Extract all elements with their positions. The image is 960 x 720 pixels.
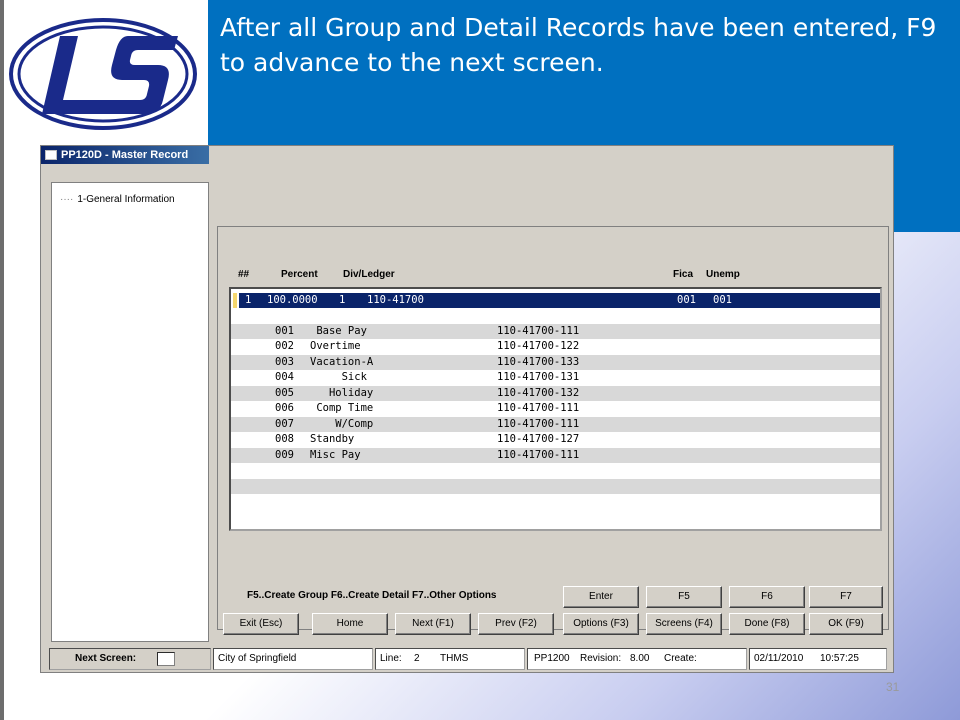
header-percent: Percent — [281, 269, 318, 280]
tree-item-label: 1-General Information — [77, 194, 175, 205]
revision-value: 8.00 — [630, 653, 650, 664]
blank-row — [231, 308, 880, 324]
line-value: 2 — [414, 653, 420, 664]
screens-button[interactable]: Screens (F4) — [646, 613, 722, 635]
table-row[interactable]: 009 Misc Pay 110-41700-111 — [231, 447, 880, 463]
done-button[interactable]: Done (F8) — [729, 613, 805, 635]
detail-account: 110-41700-133 — [497, 355, 580, 368]
group-unemp: 001 — [713, 294, 732, 306]
header-num: ## — [238, 269, 250, 280]
detail-account: 110-41700-122 — [497, 340, 580, 352]
group-fica: 001 — [677, 294, 696, 306]
detail-code: 005 — [275, 386, 294, 399]
table-row[interactable]: 005 Holiday 110-41700-132 — [231, 385, 880, 401]
group-num: 1 — [245, 294, 252, 306]
status-program: PP1200 Revision: 8.00 Create: — [527, 648, 747, 670]
create-time: 10:57:25 — [820, 653, 859, 664]
detail-account: 110-41700-111 — [497, 324, 580, 337]
records-grid[interactable]: 1 100.0000 1 110-41700 001 001 001 Base … — [229, 287, 882, 531]
table-row[interactable]: 006 Comp Time 110-41700-111 — [231, 401, 880, 417]
detail-code: 008 — [275, 433, 294, 445]
header-fica: Fica — [673, 269, 694, 280]
slide-page-number: 31 — [886, 680, 900, 694]
options-button[interactable]: Options (F3) — [563, 613, 639, 635]
revision-label: Revision: — [580, 653, 622, 664]
detail-desc: Base Pay — [310, 324, 367, 337]
group-row-selected[interactable]: 1 100.0000 1 110-41700 001 001 — [233, 293, 880, 308]
detail-desc: W/Comp — [310, 417, 374, 430]
next-button[interactable]: Next (F1) — [395, 613, 471, 635]
detail-code: 009 — [275, 448, 294, 461]
detail-desc: Sick — [310, 371, 367, 383]
header-unemp: Unemp — [706, 269, 740, 280]
detail-account: 110-41700-111 — [497, 448, 580, 461]
row-cursor — [233, 293, 237, 308]
group-ledger: 110-41700 — [367, 294, 424, 306]
blank-row — [231, 478, 880, 494]
f7-button[interactable]: F7 — [809, 586, 883, 608]
slide-left-border — [0, 0, 4, 720]
prev-button[interactable]: Prev (F2) — [478, 613, 554, 635]
program-id: PP1200 — [534, 653, 570, 664]
detail-desc: Standby — [310, 433, 355, 445]
navigation-tree: ···· 1-General Information — [51, 182, 209, 642]
window-titlebar: PP120D - Master Record — [41, 146, 209, 164]
detail-code: 001 — [275, 324, 294, 337]
table-row[interactable]: 008 Standby 110-41700-127 — [231, 432, 880, 448]
window-icon — [45, 150, 57, 160]
window-title: PP120D - Master Record — [61, 149, 189, 161]
line-label: Line: — [380, 653, 402, 664]
detail-code: 003 — [275, 355, 294, 368]
f5-button[interactable]: F5 — [646, 586, 722, 608]
detail-desc: Vacation-A — [310, 355, 374, 368]
detail-desc: Overtime — [310, 340, 361, 352]
ok-button[interactable]: OK (F9) — [809, 613, 883, 635]
detail-code: 007 — [275, 417, 294, 430]
create-date: 02/11/2010 — [754, 653, 804, 664]
detail-account: 110-41700-111 — [497, 402, 580, 414]
exit-button[interactable]: Exit (Esc) — [223, 613, 299, 635]
detail-desc: Holiday — [310, 386, 374, 399]
entity-name: City of Springfield — [218, 653, 297, 664]
detail-code: 006 — [275, 402, 294, 414]
master-record-window: PP120D - Master Record ···· 1-General Inf… — [40, 145, 894, 673]
tree-branch-icon: ···· — [60, 194, 74, 205]
detail-code: 002 — [275, 340, 294, 352]
group-div: 1 — [339, 294, 346, 306]
blank-row — [231, 463, 880, 479]
detail-desc: Comp Time — [310, 402, 374, 414]
table-row[interactable]: 002 Overtime 110-41700-122 — [231, 339, 880, 355]
f6-button[interactable]: F6 — [729, 586, 805, 608]
status-datetime: 02/11/2010 10:57:25 — [749, 648, 887, 670]
detail-account: 110-41700-111 — [497, 417, 580, 430]
next-screen-input[interactable] — [157, 652, 175, 666]
function-key-hint: F5..Create Group F6..Create Detail F7..O… — [247, 590, 497, 601]
user-id: THMS — [440, 653, 469, 664]
ls-logo-icon — [9, 18, 197, 130]
table-row[interactable]: 001 Base Pay 110-41700-111 — [231, 323, 880, 339]
detail-code: 004 — [275, 371, 294, 383]
table-row[interactable]: 003 Vacation-A 110-41700-133 — [231, 354, 880, 370]
callout-text: After all Group and Detail Records have … — [220, 13, 937, 77]
enter-button[interactable]: Enter — [563, 586, 639, 608]
detail-desc: Misc Pay — [310, 448, 361, 461]
group-percent: 100.0000 — [267, 294, 318, 306]
detail-account: 110-41700-127 — [497, 433, 580, 445]
header-div-ledger: Div/Ledger — [343, 269, 395, 280]
status-entity: City of Springfield — [213, 648, 373, 670]
next-screen-label: Next Screen: — [75, 653, 137, 664]
detail-account: 110-41700-131 — [497, 371, 580, 383]
create-label: Create: — [664, 653, 697, 664]
detail-account: 110-41700-132 — [497, 386, 580, 399]
next-screen-field: Next Screen: — [49, 648, 211, 670]
status-line: Line: 2 THMS — [375, 648, 525, 670]
home-button[interactable]: Home — [312, 613, 388, 635]
tree-item-general-information[interactable]: ···· 1-General Information — [60, 194, 175, 205]
table-row[interactable]: 004 Sick 110-41700-131 — [231, 370, 880, 386]
table-row[interactable]: 007 W/Comp 110-41700-111 — [231, 416, 880, 432]
